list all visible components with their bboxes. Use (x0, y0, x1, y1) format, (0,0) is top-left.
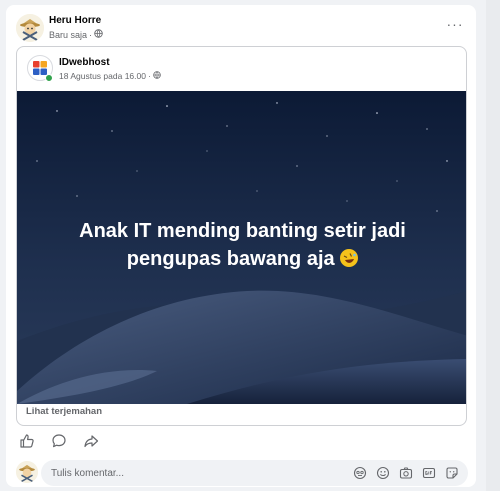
caption-line-2: pengupas bawang aja (126, 248, 335, 270)
shared-post-meta: 18 Agustus pada 16.00 · (59, 71, 161, 81)
more-options-button[interactable]: ··· (444, 17, 466, 36)
page-name[interactable]: IDwebhost (59, 57, 110, 68)
post-header: Heru Horre Baru saja · ··· (16, 14, 466, 46)
caption-line-1: Anak IT mending banting setir jadi (79, 220, 406, 242)
gif-icon[interactable] (421, 465, 437, 481)
emoji-icon[interactable] (375, 465, 391, 481)
like-icon[interactable] (18, 432, 36, 450)
share-icon[interactable] (82, 432, 100, 450)
post-card: Heru Horre Baru saja · ··· IDwebhost 18 … (6, 5, 476, 487)
commenter-avatar[interactable] (16, 461, 38, 483)
post-time[interactable]: Baru saja (49, 30, 87, 40)
comment-box (41, 460, 468, 486)
rolling-laughing-emoji-icon (340, 249, 359, 267)
scrollbar-track[interactable] (486, 0, 500, 491)
globe-icon[interactable] (94, 29, 103, 40)
sticker-icon[interactable] (444, 465, 460, 481)
comment-row (16, 460, 468, 486)
post-meta: Baru saja · (49, 29, 103, 40)
meta-separator: · (147, 71, 151, 81)
shared-post-date[interactable]: 18 Agustus pada 16.00 (59, 71, 146, 81)
camera-icon[interactable] (398, 465, 414, 481)
comment-icon[interactable] (50, 432, 68, 450)
shared-post-header: IDwebhost 18 Agustus pada 16.00 · (27, 55, 447, 85)
post-actions (18, 430, 100, 452)
comment-tools (352, 465, 460, 481)
author-name[interactable]: Heru Horre (49, 15, 101, 26)
post-image[interactable]: Anak IT mending banting setir jadi pengu… (17, 91, 466, 404)
comment-input[interactable] (51, 460, 331, 486)
image-caption: Anak IT mending banting setir jadi pengu… (37, 217, 448, 273)
avatar-sticker-icon[interactable] (352, 465, 368, 481)
shared-post[interactable]: IDwebhost 18 Agustus pada 16.00 · Anak I… (16, 46, 467, 426)
see-translation-link[interactable]: Lihat terjemahan (26, 406, 102, 417)
online-status-dot (45, 74, 53, 82)
meta-separator: · (89, 29, 93, 40)
author-avatar[interactable] (16, 14, 44, 42)
globe-icon[interactable] (153, 71, 161, 81)
